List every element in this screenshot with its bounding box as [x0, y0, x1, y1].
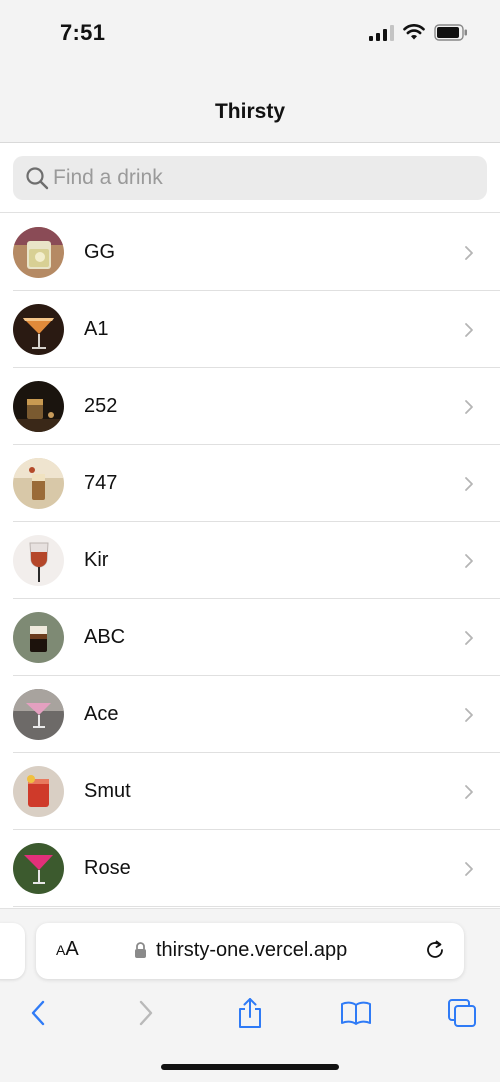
list-item[interactable]: 747	[0, 445, 500, 522]
drink-photo-a1	[13, 304, 64, 355]
page-title: Thirsty	[214, 100, 285, 123]
search-field[interactable]	[13, 156, 487, 200]
drink-photo-abc	[13, 612, 64, 663]
chevron-right-icon	[465, 784, 473, 799]
search-icon	[26, 167, 49, 190]
status-bar: 7:51	[0, 0, 500, 70]
search-section	[0, 143, 500, 213]
list-item[interactable]: Smut	[0, 753, 500, 830]
chevron-right-icon	[465, 476, 473, 491]
drink-name: Rose	[84, 857, 131, 879]
drink-name: 252	[84, 395, 118, 417]
list-item[interactable]: GG	[0, 214, 500, 291]
status-icons	[369, 24, 468, 41]
drink-name: A1	[84, 318, 109, 340]
drink-photo-kir	[13, 535, 64, 586]
chevron-right-icon	[465, 245, 473, 260]
wifi-icon	[403, 24, 425, 40]
list-item[interactable]: Ace	[0, 676, 500, 753]
status-time: 7:51	[60, 20, 106, 45]
drink-photo-747	[13, 458, 64, 509]
book-icon	[341, 1001, 371, 1025]
bookmarks-button[interactable]	[336, 993, 376, 1033]
tabs-icon	[448, 999, 476, 1027]
cellular-signal-icon	[369, 24, 394, 41]
home-indicator	[161, 1064, 339, 1070]
drink-photo-ace	[13, 689, 64, 740]
chevron-left-icon	[31, 1000, 45, 1026]
share-icon	[239, 998, 261, 1028]
search-input[interactable]	[53, 166, 453, 190]
chevron-right-icon	[465, 707, 473, 722]
drink-name: GG	[84, 241, 116, 263]
chevron-right-icon	[465, 399, 473, 414]
previous-tab-preview[interactable]	[0, 923, 25, 979]
browser-bottom-bar: AA thirsty-one.vercel.app	[0, 908, 500, 1082]
text-size-large-label: A	[65, 938, 79, 960]
drink-photo-smut	[13, 766, 64, 817]
chevron-right-icon	[139, 1000, 153, 1026]
drink-name: ABC	[84, 626, 126, 648]
list-item[interactable]: 252	[0, 368, 500, 445]
battery-icon	[434, 24, 467, 41]
chevron-right-icon	[465, 630, 473, 645]
reload-icon[interactable]	[424, 939, 446, 961]
text-size-small-label: A	[56, 942, 66, 958]
list-item[interactable]: ABC	[0, 599, 500, 676]
list-item[interactable]: Kir	[0, 522, 500, 599]
tabs-button[interactable]	[442, 993, 482, 1033]
drink-photo-rose	[13, 843, 64, 894]
browser-toolbar	[0, 993, 500, 1033]
drink-name: Smut	[84, 780, 131, 802]
chevron-right-icon	[465, 553, 473, 568]
back-button[interactable]	[18, 993, 58, 1033]
url-text: thirsty-one.vercel.app	[156, 939, 348, 961]
lock-icon	[135, 942, 146, 958]
forward-button[interactable]	[126, 993, 166, 1033]
drink-photo-gg	[13, 227, 64, 278]
address-bar[interactable]: AA thirsty-one.vercel.app	[36, 923, 464, 979]
share-button[interactable]	[230, 993, 270, 1033]
drink-name: 747	[84, 472, 118, 494]
list-item[interactable]: A1	[0, 291, 500, 368]
drink-list: GG A1 252 747 Kir ABC Ace Smut Rose	[0, 214, 500, 907]
drink-name: Kir	[84, 549, 109, 571]
drink-name: Ace	[84, 703, 119, 725]
text-size-button[interactable]: AA	[56, 938, 79, 961]
chevron-right-icon	[465, 322, 473, 337]
navigation-bar: Thirsty	[0, 70, 500, 143]
chevron-right-icon	[465, 861, 473, 876]
drink-photo-252	[13, 381, 64, 432]
list-item[interactable]: Rose	[0, 830, 500, 907]
